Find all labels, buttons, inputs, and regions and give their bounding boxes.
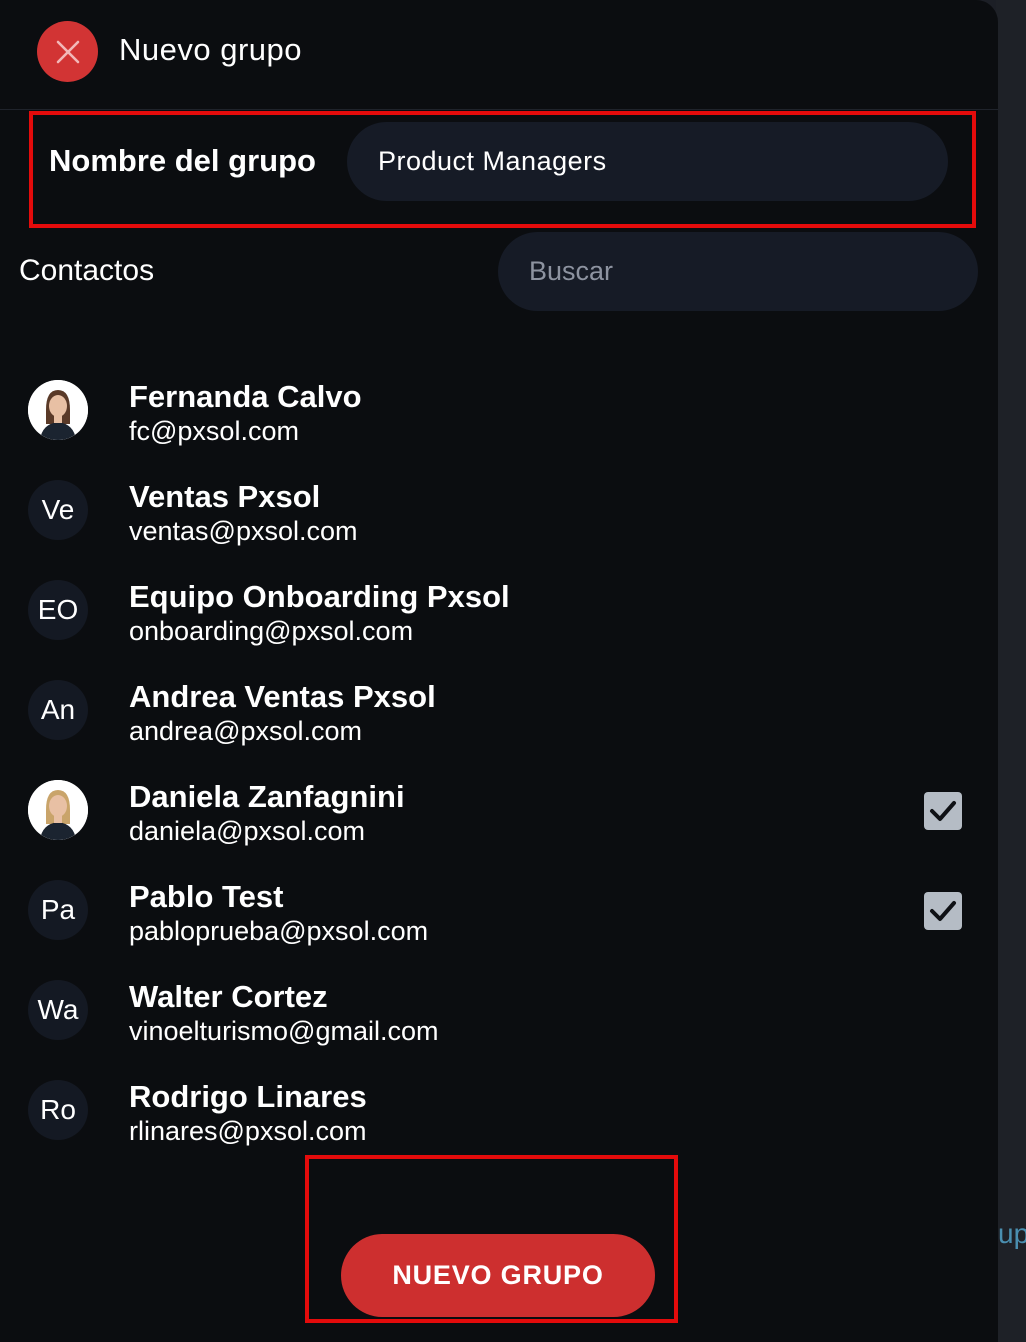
panel-title: Nuevo grupo <box>119 32 303 67</box>
contact-checkbox[interactable] <box>924 892 962 930</box>
contact-row[interactable]: Pa Pablo Test pabloprueba@pxsol.com <box>0 860 998 960</box>
search-input[interactable] <box>498 232 978 311</box>
contact-checkbox[interactable] <box>924 792 962 830</box>
contact-email: onboarding@pxsol.com <box>129 616 414 646</box>
contact-row[interactable]: An Andrea Ventas Pxsol andrea@pxsol.com <box>0 660 998 760</box>
avatar: An <box>28 680 88 740</box>
contact-row[interactable]: Daniela Zanfagnini daniela@pxsol.com <box>0 760 998 860</box>
contact-name: Daniela Zanfagnini <box>129 779 405 814</box>
contact-email: rlinares@pxsol.com <box>129 1116 367 1146</box>
contact-email: fc@pxsol.com <box>129 416 299 446</box>
contact-row[interactable]: Fernanda Calvo fc@pxsol.com <box>0 360 998 460</box>
avatar-photo-icon <box>28 780 88 840</box>
avatar-photo-icon <box>28 380 88 440</box>
contact-row[interactable]: Wa Walter Cortez vinoelturismo@gmail.com <box>0 960 998 1060</box>
contact-email: ventas@pxsol.com <box>129 516 358 546</box>
contact-list: Fernanda Calvo fc@pxsol.com Ve Ventas Pxsol… <box>0 360 998 1182</box>
panel-header: Nuevo grupo <box>0 0 998 110</box>
contact-name: Equipo Onboarding Pxsol <box>129 579 510 614</box>
contact-name: Walter Cortez <box>129 979 328 1014</box>
contact-row[interactable]: Ve Ventas Pxsol ventas@pxsol.com <box>0 460 998 560</box>
avatar: Wa <box>28 980 88 1040</box>
contact-email: daniela@pxsol.com <box>129 816 366 846</box>
create-group-button[interactable]: NUEVO GRUPO <box>341 1234 655 1317</box>
avatar: Ve <box>28 480 88 540</box>
avatar: Ro <box>28 1080 88 1140</box>
contact-name: Fernanda Calvo <box>129 379 362 414</box>
group-name-label: Nombre del grupo <box>49 143 316 178</box>
contact-row[interactable]: Ro Rodrigo Linares rlinares@pxsol.com <box>0 1060 998 1160</box>
contact-name: Ventas Pxsol <box>129 479 321 514</box>
avatar <box>28 780 88 840</box>
contact-row[interactable]: EO Equipo Onboarding Pxsol onboarding@pxso… <box>0 560 998 660</box>
contact-email: vinoelturismo@gmail.com <box>129 1016 439 1046</box>
group-name-input[interactable] <box>347 122 948 201</box>
close-icon <box>56 40 79 63</box>
avatar <box>28 380 88 440</box>
close-button[interactable] <box>37 21 98 82</box>
contacts-label: Contactos <box>19 254 155 287</box>
checkmark-icon <box>930 901 956 921</box>
avatar: EO <box>28 580 88 640</box>
checkmark-icon <box>930 801 956 821</box>
contact-email: andrea@pxsol.com <box>129 716 363 746</box>
avatar: Pa <box>28 880 88 940</box>
new-group-panel: Nuevo grupo Nombre del grupo Contactos F… <box>0 0 998 1342</box>
contact-email: pabloprueba@pxsol.com <box>129 916 429 946</box>
contact-name: Pablo Test <box>129 879 284 914</box>
contact-name: Andrea Ventas Pxsol <box>129 679 436 714</box>
contact-name: Rodrigo Linares <box>129 1079 367 1114</box>
background-app-area <box>996 0 1026 1342</box>
background-partial-text: up <box>998 1218 1026 1249</box>
